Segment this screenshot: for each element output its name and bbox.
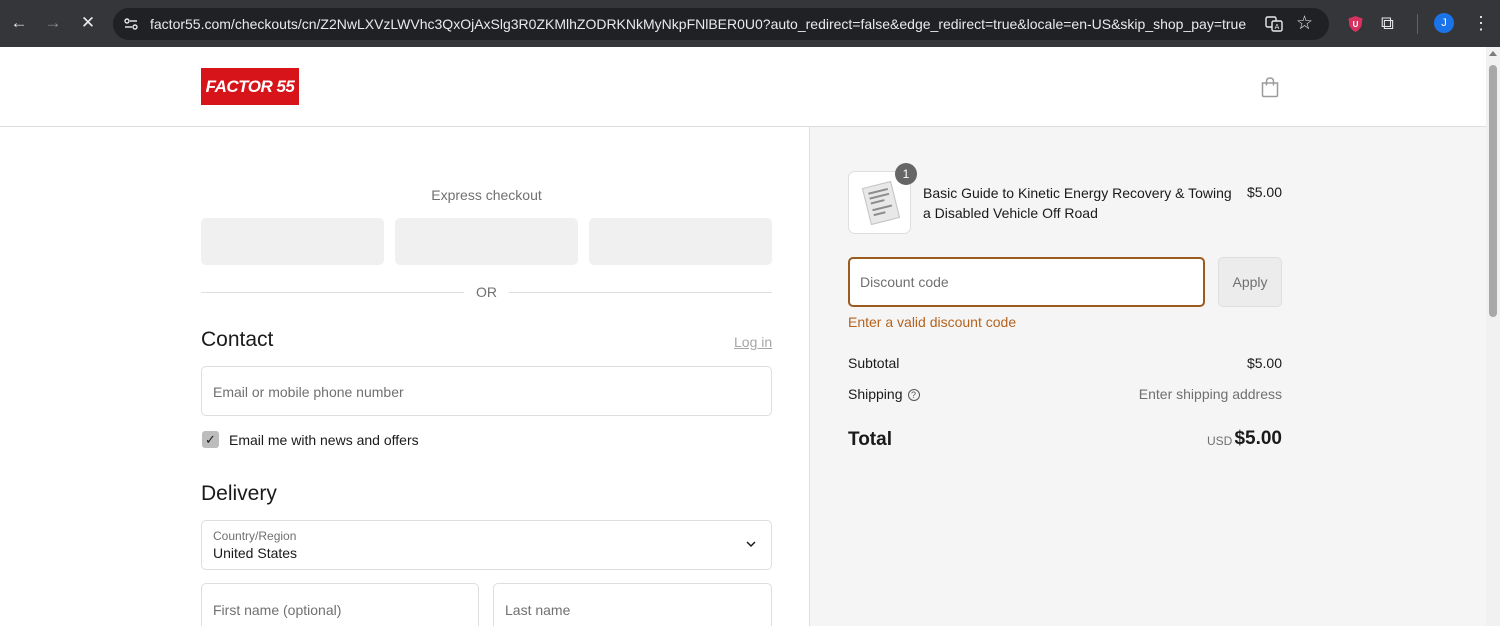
shipping-row-label: Shipping? <box>848 386 920 402</box>
newsletter-checkbox[interactable]: ✓ <box>202 431 219 448</box>
profile-avatar[interactable]: J <box>1434 13 1454 33</box>
country-label: Country/Region <box>213 529 297 543</box>
express-pay-button-2[interactable] <box>395 218 578 265</box>
document-image <box>861 180 901 226</box>
country-select[interactable]: Country/Region United States <box>201 520 772 570</box>
or-divider: OR <box>201 282 772 302</box>
translate-icon[interactable]: A <box>1265 15 1283 33</box>
discount-code-input[interactable]: Discount code <box>848 257 1205 307</box>
browser-toolbar: ← → ✕ factor55.com/checkouts/cn/Z2NwLXVz… <box>0 0 1500 47</box>
subtotal-label: Subtotal <box>848 355 900 371</box>
help-circle-icon[interactable]: ? <box>907 389 920 402</box>
kebab-menu-icon[interactable]: ⋮ <box>1472 12 1490 34</box>
first-name-placeholder: First name (optional) <box>213 602 342 618</box>
address-bar[interactable]: factor55.com/checkouts/cn/Z2NwLXVzLWVhc3… <box>113 8 1329 40</box>
checkout-form: Express checkout OR Contact Log in Email… <box>0 127 809 626</box>
first-name-field[interactable]: First name (optional) <box>201 583 479 626</box>
stop-icon[interactable]: ✕ <box>77 12 99 34</box>
shield-extension-icon[interactable]: U <box>1347 15 1364 33</box>
scroll-up-arrow-icon[interactable] <box>1489 51 1497 56</box>
forward-icon[interactable]: → <box>42 12 64 34</box>
country-value: United States <box>213 545 298 561</box>
factor55-logo[interactable]: FACTOR 55 <box>201 68 299 105</box>
apply-discount-button[interactable]: Apply <box>1218 257 1282 307</box>
express-checkout-title: Express checkout <box>431 187 542 203</box>
subtotal-value: $5.00 <box>1246 355 1282 371</box>
svg-text:A: A <box>1275 24 1280 31</box>
total-label: Total <box>848 429 892 450</box>
url-text[interactable]: factor55.com/checkouts/cn/Z2NwLXVzLWVhc3… <box>150 16 1246 32</box>
discount-error-message: Enter a valid discount code <box>848 314 1017 330</box>
page-scrollbar[interactable] <box>1486 47 1500 626</box>
checkout-header: FACTOR 55 <box>0 47 1486 127</box>
express-pay-button-3[interactable] <box>589 218 772 265</box>
svg-text:U: U <box>1353 20 1359 29</box>
last-name-field[interactable]: Last name <box>493 583 772 626</box>
delivery-title: Delivery <box>201 482 277 505</box>
star-icon[interactable]: ☆ <box>1296 13 1313 35</box>
newsletter-label[interactable]: Email me with news and offers <box>229 432 419 448</box>
chevron-down-icon <box>746 541 756 548</box>
total-amount: $5.00 <box>1234 428 1282 449</box>
or-line-right <box>509 292 772 293</box>
login-link[interactable]: Log in <box>734 334 772 350</box>
site-info-icon[interactable] <box>123 16 139 32</box>
express-pay-button-1[interactable] <box>201 218 384 265</box>
shipping-value: Enter shipping address <box>1138 386 1282 402</box>
order-summary: 1 Basic Guide to Kinetic Energy Recovery… <box>809 127 1486 626</box>
discount-placeholder: Discount code <box>860 274 949 290</box>
scrollbar-thumb[interactable] <box>1489 65 1497 317</box>
product-price: $5.00 <box>1246 184 1282 200</box>
back-icon[interactable]: ← <box>8 12 30 34</box>
quantity-badge: 1 <box>895 163 917 185</box>
contact-title: Contact <box>201 328 274 351</box>
product-name: Basic Guide to Kinetic Energy Recovery &… <box>923 185 1232 221</box>
email-field[interactable]: Email or mobile phone number <box>201 366 772 416</box>
puzzle-icon[interactable]: ⧉ <box>1381 13 1394 34</box>
cart-icon[interactable] <box>1259 76 1281 98</box>
total-currency: USD <box>1207 434 1233 448</box>
shipping-label: Shipping <box>848 386 903 402</box>
toolbar-divider <box>1417 14 1418 34</box>
email-placeholder: Email or mobile phone number <box>213 384 404 400</box>
last-name-placeholder: Last name <box>505 602 571 618</box>
